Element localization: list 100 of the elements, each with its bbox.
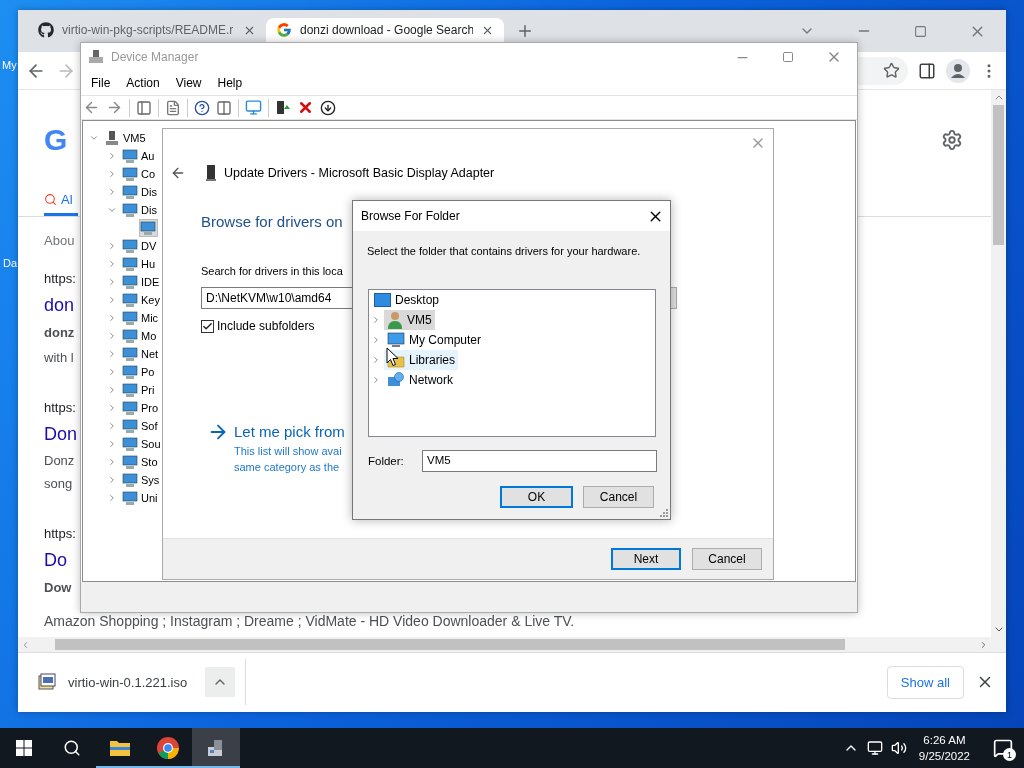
- scroll-thumb[interactable]: [993, 105, 1004, 245]
- expand-toggle[interactable]: [107, 277, 117, 287]
- next-button[interactable]: Next: [611, 548, 681, 570]
- show-all-button[interactable]: Show all: [886, 665, 964, 699]
- tree-item[interactable]: Mo: [141, 330, 157, 342]
- checkbox-label[interactable]: Include subfolders: [217, 319, 315, 333]
- expand-toggle[interactable]: [371, 315, 381, 325]
- menu-item[interactable]: View: [167, 76, 210, 90]
- menu-item[interactable]: Help: [209, 76, 251, 90]
- tree-item[interactable]: Sys: [141, 474, 160, 486]
- expand-toggle[interactable]: [107, 403, 117, 413]
- folder-tree-item[interactable]: Libraries: [384, 350, 459, 370]
- expand-toggle[interactable]: [107, 205, 117, 215]
- tree-item[interactable]: Net: [141, 348, 159, 360]
- tree-item[interactable]: Sou: [141, 438, 161, 450]
- notifications-button[interactable]: 1: [988, 733, 1018, 763]
- new-tab-icon[interactable]: [516, 22, 534, 40]
- tree-item[interactable]: Co: [141, 168, 156, 180]
- folder-tree-item[interactable]: My Computer: [384, 330, 485, 350]
- horizontal-scrollbar[interactable]: [18, 637, 1006, 652]
- tree-item[interactable]: Pro: [141, 402, 159, 414]
- expand-toggle[interactable]: [107, 493, 117, 503]
- maximize-icon[interactable]: [914, 24, 927, 38]
- tree-item[interactable]: Sof: [141, 420, 158, 432]
- expand-toggle[interactable]: [107, 439, 117, 449]
- tree-item[interactable]: Po: [141, 366, 155, 378]
- expand-toggle[interactable]: [107, 151, 117, 161]
- expand-toggle[interactable]: [107, 367, 117, 377]
- expand-toggle[interactable]: [107, 187, 117, 197]
- cancel-button[interactable]: Cancel: [692, 548, 762, 570]
- tree-item[interactable]: Sto: [141, 456, 158, 468]
- bookmark-star-icon[interactable]: [883, 62, 900, 79]
- menu-item[interactable]: Action: [118, 76, 168, 90]
- folder-tree-item[interactable]: Desktop: [371, 290, 443, 310]
- profile-avatar-icon[interactable]: [946, 58, 970, 83]
- checkbox[interactable]: [201, 319, 214, 333]
- ok-button[interactable]: OK: [500, 486, 573, 508]
- forward-icon[interactable]: [106, 99, 123, 116]
- expand-toggle[interactable]: [107, 313, 117, 323]
- monitor-icon[interactable]: [245, 99, 262, 116]
- side-panel-icon[interactable]: [918, 61, 936, 80]
- browser-tab[interactable]: donzi download - Google Search: [266, 18, 504, 42]
- taskbar-button[interactable]: [192, 728, 240, 768]
- result-title-link[interactable]: Don: [44, 420, 78, 449]
- folder-tree-item[interactable]: VM5: [384, 310, 435, 330]
- expand-toggle[interactable]: [107, 259, 117, 269]
- expand-toggle[interactable]: [107, 169, 117, 179]
- address-bar[interactable]: [858, 56, 908, 85]
- tree-item[interactable]: Pri: [141, 384, 155, 396]
- tree-item[interactable]: Au: [141, 150, 155, 162]
- tree-item[interactable]: DV: [141, 240, 157, 252]
- result-title-link[interactable]: don: [44, 291, 75, 320]
- download-options-button[interactable]: [205, 667, 236, 697]
- action-pane-icon[interactable]: [216, 99, 232, 116]
- tree-item[interactable]: VM5: [123, 132, 146, 144]
- result-title-link[interactable]: Do: [44, 546, 67, 575]
- desktop-icon-label[interactable]: My: [2, 59, 17, 71]
- expand-toggle[interactable]: [107, 349, 117, 359]
- folder-input-field[interactable]: VM5: [422, 450, 657, 472]
- clock-date[interactable]: 9/25/2022: [918, 748, 970, 764]
- back-icon[interactable]: [83, 99, 100, 116]
- expand-toggle[interactable]: [107, 241, 117, 251]
- tree-item[interactable]: IDE: [141, 276, 160, 288]
- settings-icon[interactable]: [941, 129, 963, 151]
- console-tree-icon[interactable]: [136, 99, 152, 116]
- menu-item[interactable]: File: [83, 76, 119, 90]
- tree-item[interactable]: Hu: [141, 258, 156, 270]
- volume-icon[interactable]: [890, 740, 907, 756]
- desktop-icon-label[interactable]: Da: [3, 257, 18, 269]
- downloaded-file-name[interactable]: virtio-win-0.1.221.iso: [68, 674, 188, 690]
- google-logo[interactable]: G: [44, 123, 68, 157]
- maximize-icon[interactable]: [782, 51, 794, 63]
- vertical-scrollbar[interactable]: [991, 90, 1006, 637]
- expand-toggle[interactable]: [107, 457, 117, 467]
- tree-item[interactable]: [140, 220, 157, 236]
- scroll-thumb[interactable]: [55, 639, 845, 650]
- tree-item[interactable]: Mic: [141, 312, 159, 324]
- folder-tree-item[interactable]: Network: [384, 370, 456, 390]
- expand-toggle[interactable]: [107, 331, 117, 341]
- cancel-button[interactable]: Cancel: [583, 486, 654, 508]
- expand-toggle[interactable]: [89, 133, 99, 143]
- network-icon[interactable]: [866, 740, 883, 756]
- properties-icon[interactable]: [165, 99, 181, 116]
- expand-toggle[interactable]: [107, 421, 117, 431]
- help-icon[interactable]: [194, 99, 210, 116]
- expand-toggle[interactable]: [371, 355, 381, 365]
- expand-toggle[interactable]: [107, 475, 117, 485]
- uninstall-icon[interactable]: [297, 99, 314, 116]
- tree-item[interactable]: Dis: [141, 204, 157, 216]
- pick-driver-link[interactable]: Let me pick from: [234, 422, 345, 442]
- update-driver-icon[interactable]: [275, 99, 291, 116]
- tree-item[interactable]: Dis: [141, 186, 157, 198]
- back-icon[interactable]: [170, 165, 186, 181]
- expand-toggle[interactable]: [107, 385, 117, 395]
- clock-time[interactable]: 6:26 AM: [923, 732, 966, 748]
- resize-grip-icon[interactable]: [660, 509, 668, 517]
- expand-toggle[interactable]: [371, 375, 381, 385]
- tree-item[interactable]: Key: [141, 294, 160, 306]
- tree-item[interactable]: Uni: [141, 492, 158, 504]
- expand-toggle[interactable]: [107, 295, 117, 305]
